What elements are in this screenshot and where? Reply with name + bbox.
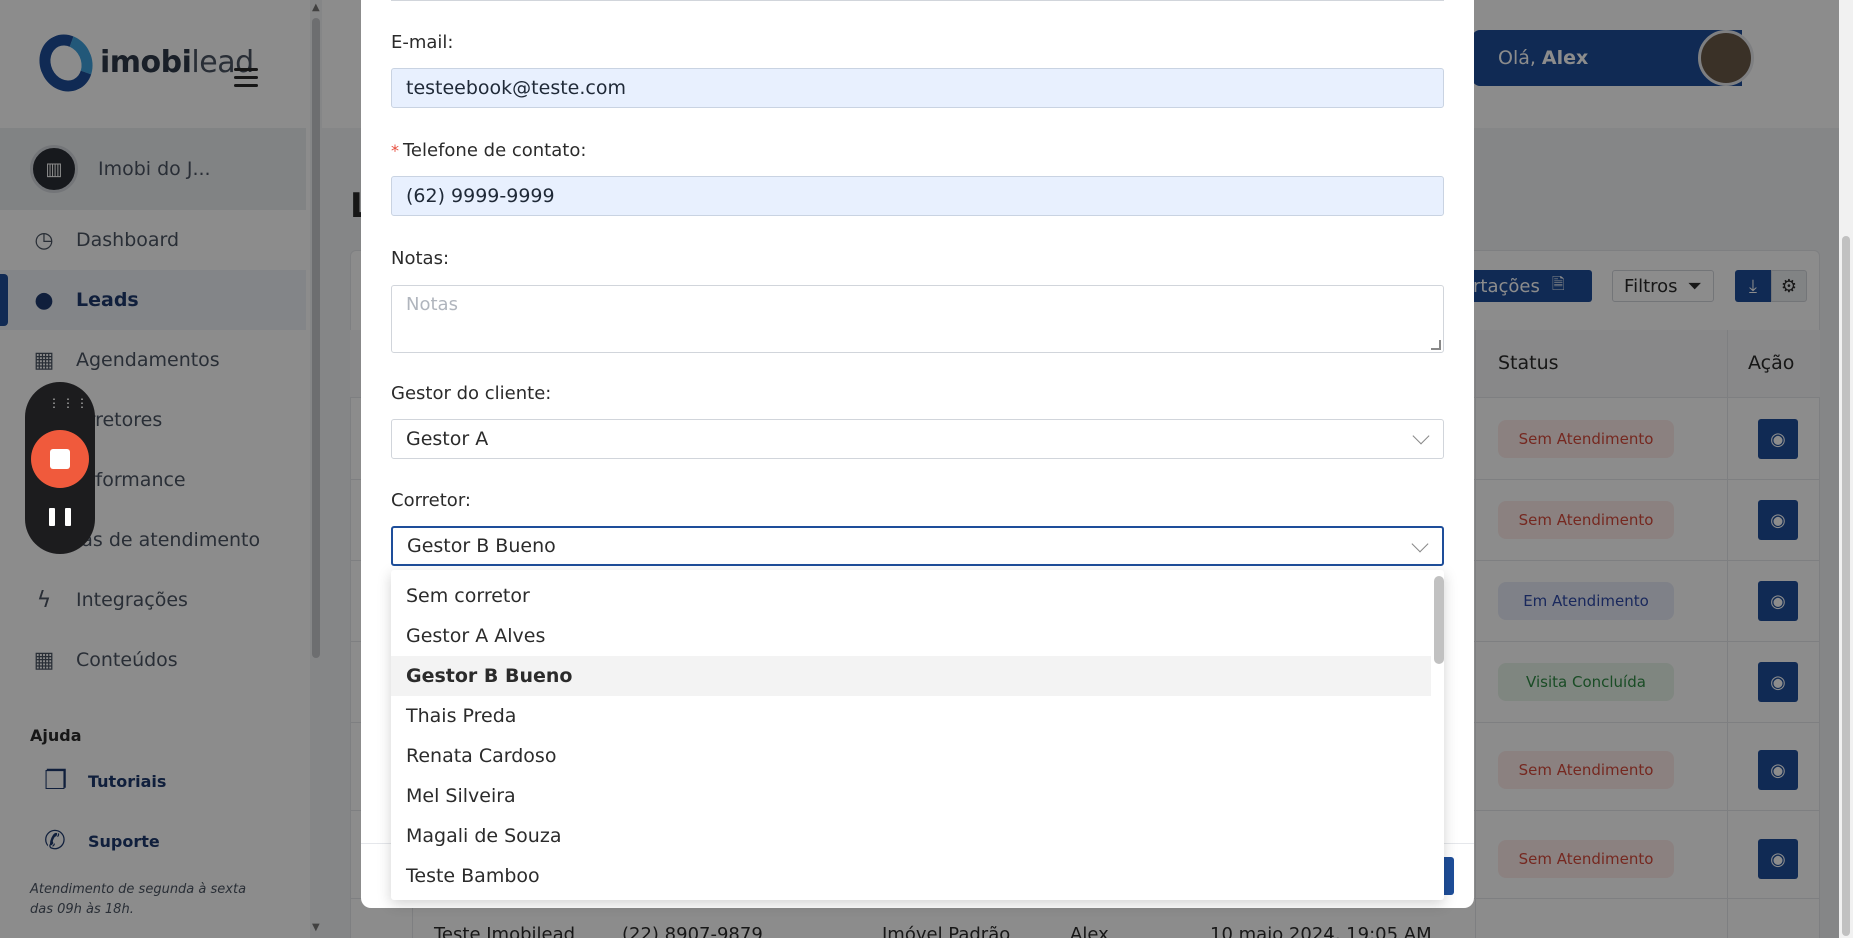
broker-option[interactable]: Mel Silveira (391, 776, 1431, 816)
broker-option[interactable]: Sem corretor (391, 576, 1431, 616)
notes-placeholder: Notas (406, 294, 458, 315)
required-marker: * (391, 141, 399, 160)
save-button[interactable] (1444, 857, 1454, 895)
resize-handle-icon[interactable] (1431, 340, 1441, 350)
broker-option[interactable]: Teste Bamboo (391, 856, 1431, 896)
email-label: E-mail: (391, 32, 454, 53)
page-scrollbar[interactable] (1839, 0, 1853, 938)
manager-selected-value: Gestor A (406, 428, 489, 450)
manager-select[interactable]: Gestor A (391, 419, 1444, 459)
notes-textarea[interactable]: Notas (391, 285, 1444, 353)
broker-option[interactable]: Thais Preda (391, 696, 1431, 736)
manager-label: Gestor do cliente: (391, 383, 552, 404)
chevron-down-icon (1411, 535, 1429, 553)
chevron-down-icon (1412, 427, 1430, 445)
broker-dropdown[interactable]: Sem corretor Gestor A Alves Gestor B Bue… (391, 570, 1444, 900)
notes-label: Notas: (391, 248, 450, 269)
pause-icon (49, 508, 55, 526)
recording-widget: ⋮⋮⋮ (25, 382, 95, 554)
modal-field-border (391, 0, 1444, 1)
pause-recording-button[interactable] (49, 508, 71, 526)
drag-handle-icon[interactable]: ⋮⋮⋮ (48, 396, 88, 410)
broker-options-list: Sem corretor Gestor A Alves Gestor B Bue… (391, 576, 1431, 896)
stop-icon (50, 449, 70, 469)
broker-option-selected[interactable]: Gestor B Bueno (391, 656, 1431, 696)
dropdown-scroll-thumb[interactable] (1434, 576, 1444, 664)
page-scroll-thumb[interactable] (1842, 236, 1850, 936)
email-field[interactable]: testeebook@teste.com (391, 68, 1444, 108)
stop-recording-button[interactable] (31, 430, 89, 488)
broker-option[interactable]: Magali de Souza (391, 816, 1431, 856)
phone-field[interactable]: (62) 9999-9999 (391, 176, 1444, 216)
broker-selected-value: Gestor B Bueno (407, 535, 556, 557)
broker-option[interactable]: Renata Cardoso (391, 736, 1431, 776)
broker-label: Corretor: (391, 490, 471, 511)
broker-select[interactable]: Gestor B Bueno (391, 526, 1444, 566)
broker-option[interactable]: Gestor A Alves (391, 616, 1431, 656)
phone-label: * Telefone de contato: (391, 140, 587, 161)
